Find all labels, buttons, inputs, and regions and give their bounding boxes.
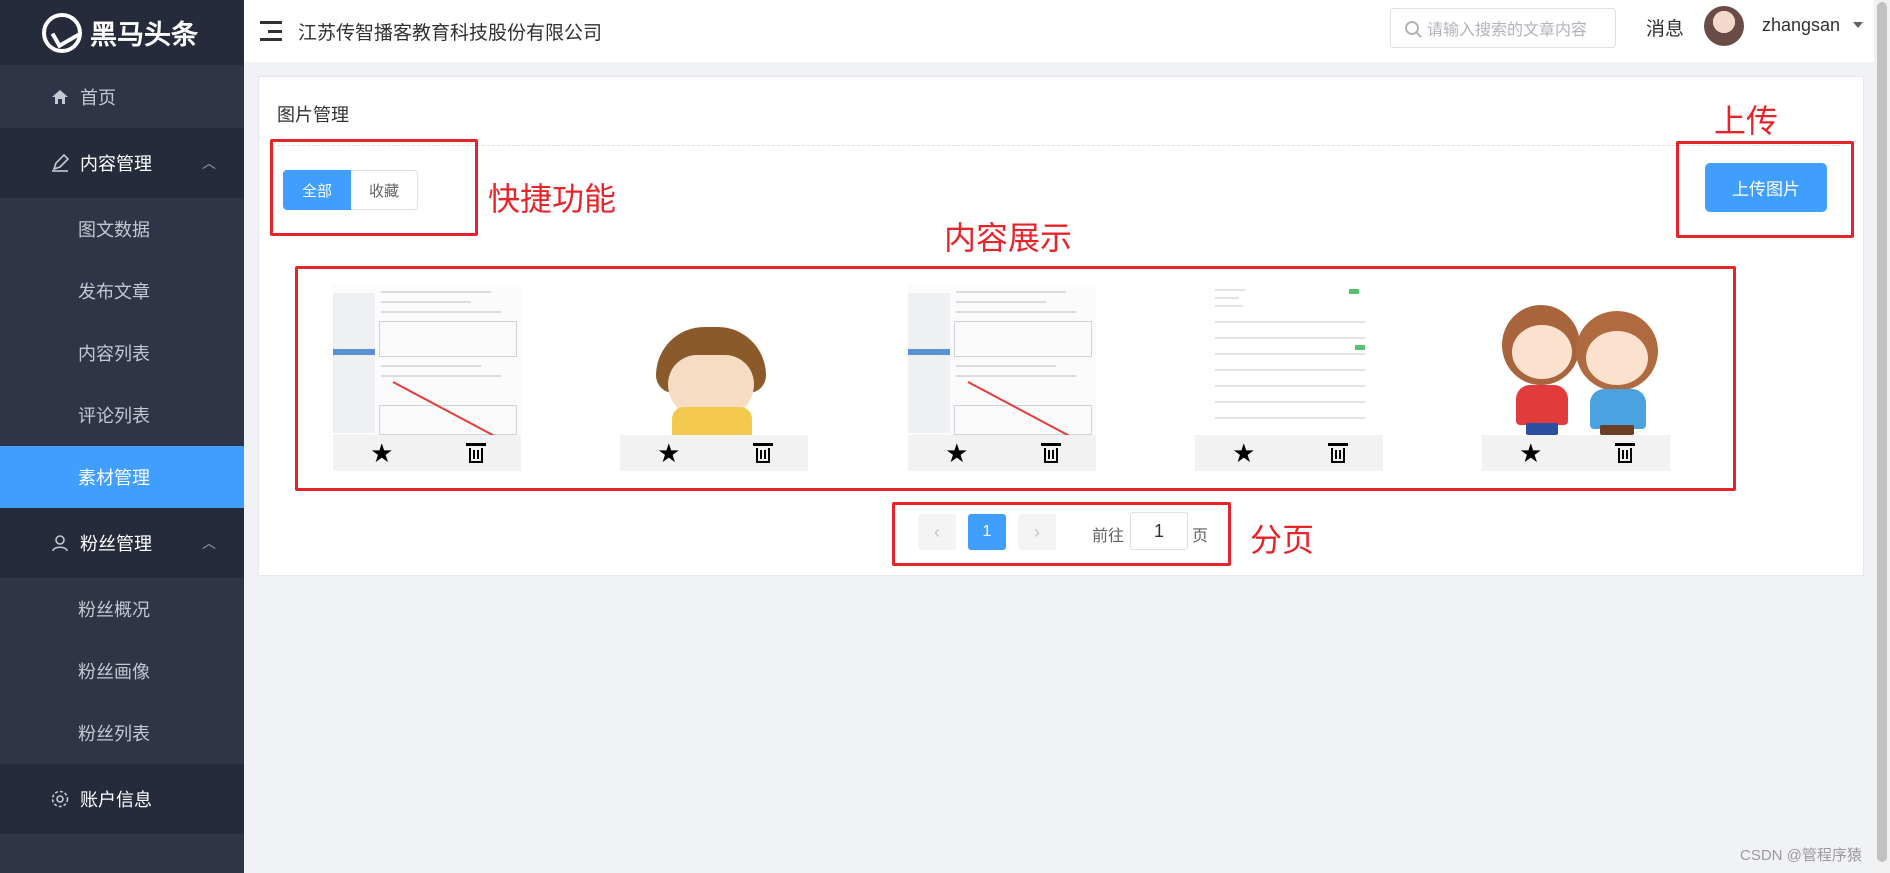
edit-icon bbox=[50, 153, 70, 173]
submenu-item[interactable]: 内容列表 bbox=[0, 322, 244, 384]
user-icon bbox=[50, 533, 70, 553]
chevron-up-icon: ︿ bbox=[202, 155, 216, 171]
sidebar: 黑马头条 首页 内容管理 ︿ 图文数据 发布文章 内容列表 评论列表 素材管理 … bbox=[0, 0, 244, 873]
search-placeholder: 请输入搜索的文章内容 bbox=[1427, 22, 1588, 39]
annotation-box-quick bbox=[270, 139, 478, 236]
submenu-item-active[interactable]: 素材管理 bbox=[0, 446, 244, 508]
divider bbox=[277, 145, 1845, 146]
annotation-quick: 快捷功能 bbox=[488, 181, 617, 217]
submenu-item[interactable]: 发布文章 bbox=[0, 260, 244, 322]
annotation-content: 内容展示 bbox=[944, 220, 1073, 256]
submenu-item[interactable]: 图文数据 bbox=[0, 198, 244, 260]
username[interactable]: zhangsan bbox=[1762, 15, 1840, 36]
gear-icon bbox=[50, 789, 70, 809]
menu-label-home: 首页 bbox=[80, 87, 116, 108]
menu-item-account[interactable]: 账户信息 bbox=[0, 764, 244, 834]
search-icon bbox=[1405, 21, 1419, 35]
scrollbar[interactable] bbox=[1874, 0, 1890, 873]
logo-text: 黑马头条 bbox=[90, 20, 198, 50]
top-header: 江苏传智播客教育科技股份有限公司 请输入搜索的文章内容 消息 zhangsan bbox=[244, 0, 1874, 62]
page-title: 图片管理 bbox=[277, 105, 349, 125]
logo-icon bbox=[42, 12, 82, 53]
menu-item-home[interactable]: 首页 bbox=[0, 65, 244, 128]
logo[interactable]: 黑马头条 bbox=[0, 0, 244, 65]
messages-link[interactable]: 消息 bbox=[1646, 14, 1684, 41]
annotation-box-paging bbox=[892, 502, 1231, 566]
annotation-box-upload bbox=[1676, 141, 1854, 238]
search-input[interactable]: 请输入搜索的文章内容 bbox=[1390, 8, 1616, 48]
submenu-item[interactable]: 粉丝概况 bbox=[0, 578, 244, 640]
menu-fold-icon[interactable] bbox=[260, 21, 282, 41]
annotation-upload: 上传 bbox=[1714, 103, 1779, 139]
menu-label-content: 内容管理 bbox=[80, 154, 152, 174]
submenu-item[interactable]: 粉丝列表 bbox=[0, 702, 244, 764]
company-name: 江苏传智播客教育科技股份有限公司 bbox=[298, 22, 603, 44]
annotation-paging: 分页 bbox=[1250, 522, 1315, 558]
menu-label-fans: 粉丝管理 bbox=[80, 534, 152, 554]
submenu-item[interactable]: 评论列表 bbox=[0, 384, 244, 446]
caret-down-icon[interactable] bbox=[1853, 22, 1863, 28]
menu-item-content[interactable]: 内容管理 ︿ bbox=[0, 128, 244, 198]
submenu-item[interactable]: 粉丝画像 bbox=[0, 640, 244, 702]
menu-item-fans[interactable]: 粉丝管理 ︿ bbox=[0, 508, 244, 578]
annotation-box-content bbox=[295, 266, 1736, 491]
avatar[interactable] bbox=[1704, 6, 1744, 46]
watermark: CSDN @管程序猿 bbox=[1740, 847, 1862, 864]
scrollbar-thumb[interactable] bbox=[1877, 2, 1887, 862]
chevron-up-icon: ︿ bbox=[202, 535, 216, 551]
menu-label-account: 账户信息 bbox=[80, 790, 152, 810]
home-icon bbox=[50, 87, 70, 107]
